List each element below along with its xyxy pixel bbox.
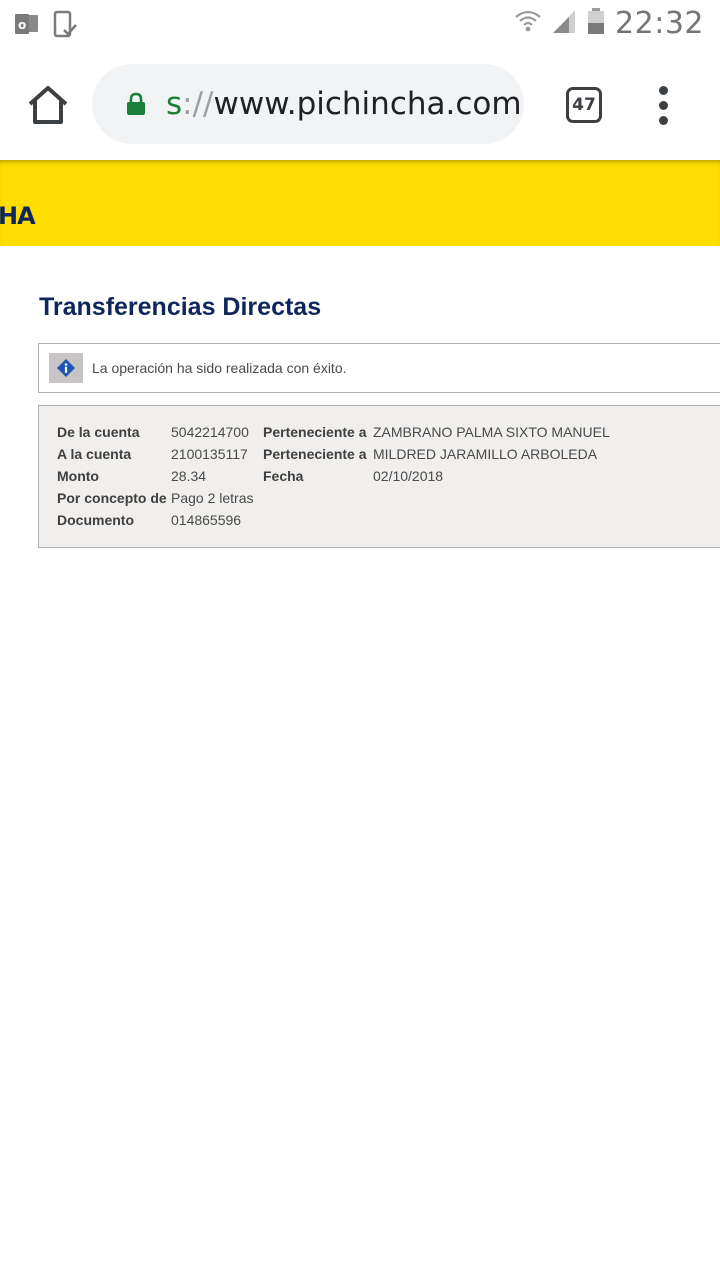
url-scheme: s <box>166 86 183 122</box>
url-separator: :// <box>182 86 214 122</box>
concept-label: Por concepto de <box>57 490 167 506</box>
signal-icon <box>551 8 577 39</box>
from-account-label: De la cuenta <box>57 424 140 440</box>
date-label: Fecha <box>263 468 304 484</box>
site-banner: HA <box>0 160 720 246</box>
to-owner-value: MILDRED JARAMILLO ARBOLEDA <box>373 446 598 462</box>
to-account-label: A la cuenta <box>57 446 132 462</box>
date-value: 02/10/2018 <box>373 468 444 484</box>
menu-dot <box>659 116 668 125</box>
home-button[interactable] <box>26 84 70 126</box>
device-check-icon <box>52 10 78 43</box>
page-title: Transferencias Directas <box>39 293 322 321</box>
from-owner-value: ZAMBRANO PALMA SIXTO MANUEL <box>373 424 610 440</box>
amount-value: 28.34 <box>171 468 207 484</box>
url-host: www.pichincha.com <box>213 86 522 122</box>
status-time: 22:32 <box>615 6 704 41</box>
wifi-icon <box>515 8 541 39</box>
status-bar: o 22:32 <box>0 0 720 50</box>
to-account-value: 2100135117 <box>171 446 248 462</box>
svg-text:o: o <box>18 18 26 32</box>
tab-switcher-button[interactable]: 47 <box>566 87 602 123</box>
from-account-value: 5042214700 <box>171 424 249 440</box>
address-bar[interactable]: s://www.pichincha.com <box>92 64 524 144</box>
home-icon <box>28 86 68 124</box>
document-value: 014865596 <box>171 512 242 528</box>
concept-value: Pago 2 letras <box>171 490 254 506</box>
alert-message: La operación ha sido realizada con éxito… <box>92 360 347 376</box>
lock-icon <box>127 92 145 115</box>
bank-logo[interactable]: HA <box>0 202 36 230</box>
battery-icon <box>587 7 605 40</box>
success-alert: La operación ha sido realizada con éxito… <box>38 343 720 393</box>
document-label: Documento <box>57 512 134 528</box>
outlook-icon: o <box>14 12 40 41</box>
overflow-menu-button[interactable] <box>650 86 678 126</box>
browser-toolbar: s://www.pichincha.com 47 <box>0 50 720 160</box>
amount-label: Monto <box>57 468 99 484</box>
info-icon <box>49 353 83 383</box>
menu-dot <box>659 86 668 95</box>
from-owner-label: Perteneciente a <box>263 424 367 440</box>
url-text[interactable]: s://www.pichincha.com <box>166 85 522 123</box>
to-owner-label: Perteneciente a <box>263 446 367 462</box>
menu-dot <box>659 101 668 110</box>
transfer-details: De la cuenta 5042214700 Perteneciente a … <box>38 405 720 548</box>
